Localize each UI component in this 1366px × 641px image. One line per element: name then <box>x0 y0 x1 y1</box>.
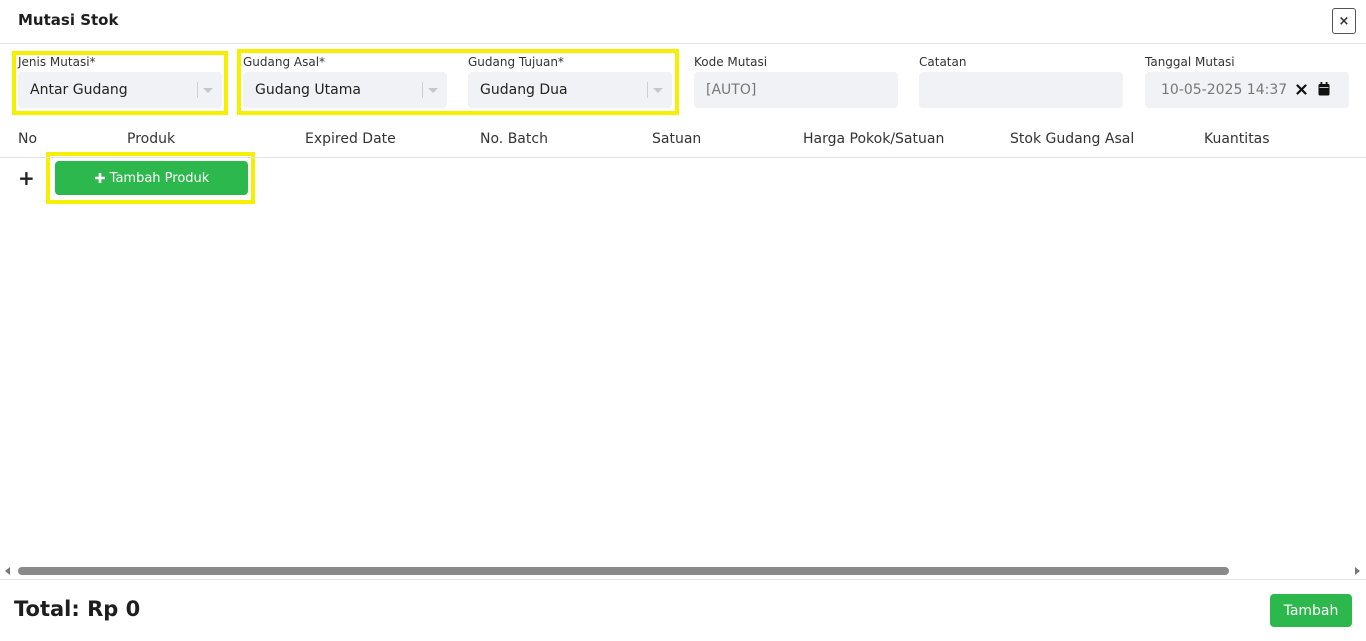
column-header-harga-pokok: Harga Pokok/Satuan <box>803 131 945 147</box>
column-header-expired-date: Expired Date <box>305 131 396 147</box>
footer-divider <box>0 579 1366 580</box>
submit-button[interactable]: Tambah <box>1270 594 1352 627</box>
close-icon: × <box>1338 13 1350 29</box>
add-product-label: Tambah Produk <box>109 170 210 186</box>
scrollbar-thumb[interactable] <box>18 567 1229 575</box>
tanggal-mutasi-label: Tanggal Mutasi <box>1145 55 1235 69</box>
column-header-stok-gudang-asal: Stok Gudang Asal <box>1010 131 1135 147</box>
plus-icon[interactable]: + <box>18 166 35 190</box>
scroll-left-arrow-icon[interactable] <box>5 567 10 575</box>
kode-mutasi-input[interactable]: [AUTO] <box>694 72 898 108</box>
highlight-box <box>12 51 228 115</box>
total-amount: Total: Rp 0 <box>14 597 141 621</box>
horizontal-scrollbar[interactable] <box>0 563 1366 579</box>
highlight-box <box>237 49 679 115</box>
modal-title: Mutasi Stok <box>18 11 119 29</box>
modal-header: Mutasi Stok × <box>0 0 1366 44</box>
calendar-icon[interactable] <box>1318 82 1330 96</box>
column-header-no: No <box>18 131 38 147</box>
add-product-button[interactable]: Tambah Produk <box>55 161 248 195</box>
catatan-input[interactable] <box>919 72 1123 108</box>
column-header-no-batch: No. Batch <box>480 131 548 147</box>
tanggal-mutasi-value: 10-05-2025 14:37 <box>1161 82 1288 98</box>
close-button[interactable]: × <box>1332 8 1356 34</box>
table-header-divider <box>0 157 1366 158</box>
column-header-satuan: Satuan <box>652 131 702 147</box>
clear-icon[interactable] <box>1296 84 1307 95</box>
column-header-kuantitas: Kuantitas <box>1204 131 1270 147</box>
kode-mutasi-label: Kode Mutasi <box>694 55 768 69</box>
column-header-produk: Produk <box>127 131 176 147</box>
plus-icon <box>94 173 105 183</box>
scroll-right-arrow-icon[interactable] <box>1355 567 1360 575</box>
tanggal-mutasi-input[interactable]: 10-05-2025 14:37 <box>1145 72 1349 108</box>
catatan-label: Catatan <box>919 55 967 69</box>
